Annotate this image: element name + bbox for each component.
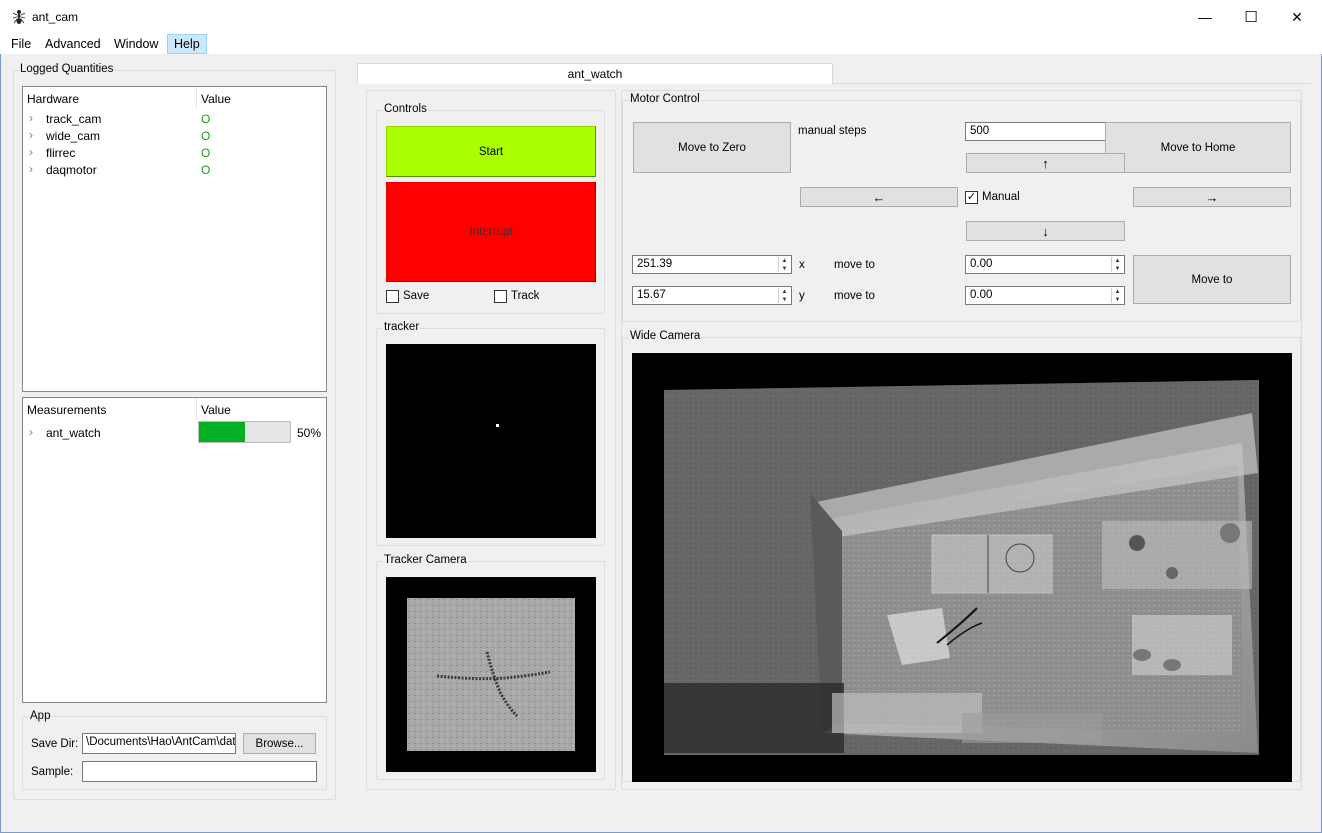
y-position-spinbox[interactable]: 15.67 ▲ ▼ — [632, 286, 792, 305]
motor-control-title: Motor Control — [629, 93, 701, 105]
manual-steps-spinbox[interactable]: 500 ▲▼ — [965, 122, 1125, 141]
tracker-camera-image — [407, 598, 575, 751]
y-label: y — [799, 290, 805, 302]
tracker-title: tracker — [383, 321, 421, 333]
title-bar — [0, 0, 1322, 34]
spin-arrows-icon[interactable]: ▲▼ — [778, 288, 790, 303]
left-arrow-icon: ← — [872, 189, 886, 205]
x-move-to-label: move to — [834, 259, 875, 271]
x-target-spinbox[interactable]: 0.00 ▲ ▼ — [965, 255, 1125, 274]
up-arrow-icon: ↑ — [1042, 155, 1049, 171]
menu-file[interactable]: File — [5, 34, 37, 54]
sample-input[interactable] — [82, 761, 317, 782]
hardware-item-value: O — [201, 146, 211, 160]
expand-chevron-icon[interactable]: › — [29, 145, 33, 159]
x-target-value: 0.00 — [970, 258, 993, 270]
progress-fill — [199, 422, 245, 442]
left-arrow-button[interactable]: ← — [800, 187, 958, 207]
hardware-item-value: O — [201, 129, 211, 143]
y-target-value: 0.00 — [970, 289, 993, 301]
spin-arrows-icon[interactable]: ▲▼ — [1111, 257, 1123, 272]
x-position-spinbox[interactable]: 251.39 ▲ ▼ — [632, 255, 792, 274]
sample-label: Sample: — [31, 766, 74, 778]
hardware-item-name[interactable]: daqmotor — [46, 163, 97, 177]
header-divider — [196, 398, 197, 420]
x-position-value: 251.39 — [637, 258, 673, 270]
measurement-item-name[interactable]: ant_watch — [46, 426, 101, 440]
measurements-header[interactable]: Measurements — [27, 403, 106, 417]
tracker-view — [386, 344, 596, 538]
expand-chevron-icon[interactable]: › — [29, 111, 33, 125]
ant-icon — [12, 10, 26, 24]
hardware-item-value: O — [201, 112, 211, 126]
menu-window[interactable]: Window — [108, 34, 164, 54]
track-checkbox[interactable] — [494, 290, 507, 303]
manual-steps-label: manual steps — [798, 125, 867, 137]
y-position-value: 15.67 — [637, 289, 666, 301]
tab-ant-watch[interactable]: ant_watch — [357, 63, 833, 85]
close-button[interactable]: ✕ — [1274, 0, 1320, 34]
menu-help[interactable]: Help — [167, 34, 207, 54]
hardware-header[interactable]: Hardware — [27, 92, 79, 106]
track-label: Track — [511, 290, 540, 302]
expand-chevron-icon[interactable]: › — [29, 128, 33, 142]
wide-camera-image — [632, 353, 1292, 782]
tracker-point — [496, 424, 499, 427]
tracker-camera-view — [386, 577, 596, 772]
y-target-spinbox[interactable]: 0.00 ▲ ▼ — [965, 286, 1125, 305]
expand-chevron-icon[interactable]: › — [29, 425, 33, 439]
header-divider — [196, 87, 197, 109]
start-button[interactable]: Start — [386, 126, 596, 177]
manual-label: Manual — [982, 191, 1020, 203]
spin-arrows-icon[interactable]: ▲▼ — [1111, 288, 1123, 303]
controls-title: Controls — [383, 103, 428, 115]
hardware-item-name[interactable]: flirrec — [46, 146, 75, 160]
menu-advanced[interactable]: Advanced — [39, 34, 107, 54]
measurements-value-header[interactable]: Value — [201, 403, 231, 417]
manual-checkbox[interactable]: ✓ — [965, 191, 978, 204]
minimize-icon: — — [1198, 9, 1212, 25]
down-arrow-icon: ↓ — [1042, 223, 1049, 239]
window-title: ant_cam — [32, 10, 79, 24]
browse-button[interactable]: Browse... — [243, 733, 316, 754]
save-dir-label: Save Dir: — [31, 738, 79, 750]
expand-chevron-icon[interactable]: › — [29, 162, 33, 176]
maximize-icon: ☐ — [1244, 9, 1258, 26]
progress-bar — [198, 421, 291, 443]
save-dir-input[interactable]: \Documents\Hao\AntCam\data — [82, 733, 236, 754]
manual-steps-value: 500 — [970, 125, 990, 137]
y-move-to-label: move to — [834, 290, 875, 302]
right-arrow-icon: → — [1205, 189, 1219, 205]
spin-arrows-icon[interactable]: ▲▼ — [778, 257, 790, 272]
minimize-button[interactable]: — — [1182, 0, 1228, 34]
close-icon: ✕ — [1291, 8, 1303, 25]
tracker-camera-title: Tracker Camera — [383, 554, 468, 566]
hardware-value-header[interactable]: Value — [201, 92, 231, 106]
progress-text: 50% — [297, 426, 322, 440]
hardware-item-value: O — [201, 163, 211, 177]
right-arrow-button[interactable]: → — [1133, 187, 1291, 207]
save-checkbox[interactable] — [386, 290, 399, 303]
down-arrow-button[interactable]: ↓ — [966, 221, 1125, 241]
move-to-zero-button[interactable]: Move to Zero — [633, 122, 791, 173]
move-to-home-button[interactable]: Move to Home — [1105, 122, 1291, 173]
maximize-button[interactable]: ☐ — [1228, 0, 1274, 34]
x-label: x — [799, 259, 805, 271]
interrupt-button[interactable]: Interrupt — [386, 182, 596, 282]
save-label: Save — [403, 290, 430, 302]
move-to-button[interactable]: Move to — [1133, 255, 1291, 304]
hardware-item-name[interactable]: wide_cam — [46, 129, 100, 143]
wide-camera-view — [632, 353, 1292, 782]
wide-camera-title: Wide Camera — [629, 330, 702, 342]
up-arrow-button[interactable]: ↑ — [966, 153, 1125, 173]
app-title: App — [29, 710, 52, 722]
logged-quantities-title: Logged Quantities — [19, 63, 115, 75]
hardware-item-name[interactable]: track_cam — [46, 112, 101, 126]
